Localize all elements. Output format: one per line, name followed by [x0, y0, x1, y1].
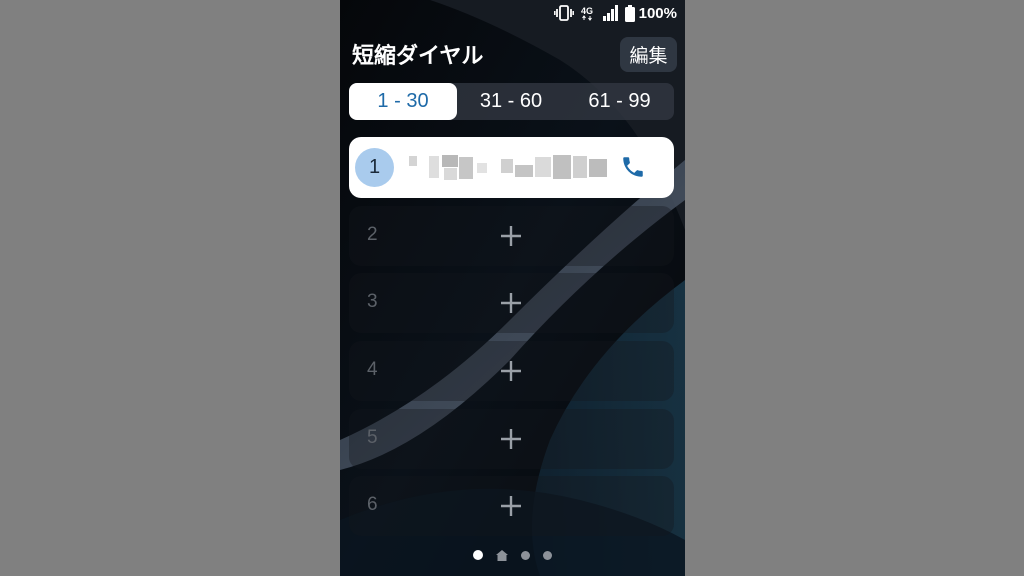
- speed-dial-entry-3[interactable]: 3: [349, 273, 674, 333]
- plus-icon: [501, 293, 521, 313]
- page-dot[interactable]: [521, 550, 530, 560]
- tab-31-60[interactable]: 31 - 60: [457, 83, 565, 120]
- speed-dial-entry-6[interactable]: 6: [349, 476, 674, 536]
- page-dot-active[interactable]: [473, 550, 483, 560]
- plus-icon: [501, 496, 521, 516]
- battery-icon: [624, 4, 635, 22]
- tab-1-30[interactable]: 1 - 30: [349, 83, 457, 120]
- signal-icon: [602, 5, 618, 21]
- page-indicator: [340, 548, 685, 562]
- entry-number: 4: [367, 359, 378, 380]
- svg-text:4G: 4G: [581, 6, 593, 16]
- entry-number: 5: [367, 427, 378, 448]
- page-title: 短縮ダイヤル: [352, 44, 484, 69]
- home-icon[interactable]: [496, 549, 508, 561]
- speed-dial-entry-5[interactable]: 5: [349, 409, 674, 469]
- plus-icon: [501, 226, 521, 246]
- plus-icon: [501, 429, 521, 449]
- entry-number: 3: [367, 291, 378, 312]
- speed-dial-entry-4[interactable]: 4: [349, 341, 674, 401]
- speed-dial-entry-1[interactable]: 1: [349, 137, 674, 198]
- phone-icon[interactable]: [620, 154, 646, 180]
- tab-61-99[interactable]: 61 - 99: [565, 83, 674, 120]
- redacted-contact: [409, 155, 607, 180]
- speed-dial-entry-2[interactable]: 2: [349, 206, 674, 266]
- entry-number: 2: [367, 224, 378, 245]
- page-dot[interactable]: [543, 550, 552, 560]
- phone-screen: 4G 100% 短縮ダイヤル 編集 1 - 30 31 - 60 61 - 99…: [340, 0, 685, 576]
- entry-number-badge: 1: [355, 148, 394, 187]
- edit-button[interactable]: 編集: [620, 37, 677, 72]
- range-tabs: 1 - 30 31 - 60 61 - 99: [349, 83, 674, 120]
- vibrate-icon: [553, 5, 574, 21]
- entry-number: 6: [367, 494, 378, 515]
- plus-icon: [501, 361, 521, 381]
- 4g-icon: 4G: [581, 6, 593, 21]
- status-bar: 4G 100%: [340, 0, 685, 26]
- battery-percent: 100%: [638, 4, 677, 22]
